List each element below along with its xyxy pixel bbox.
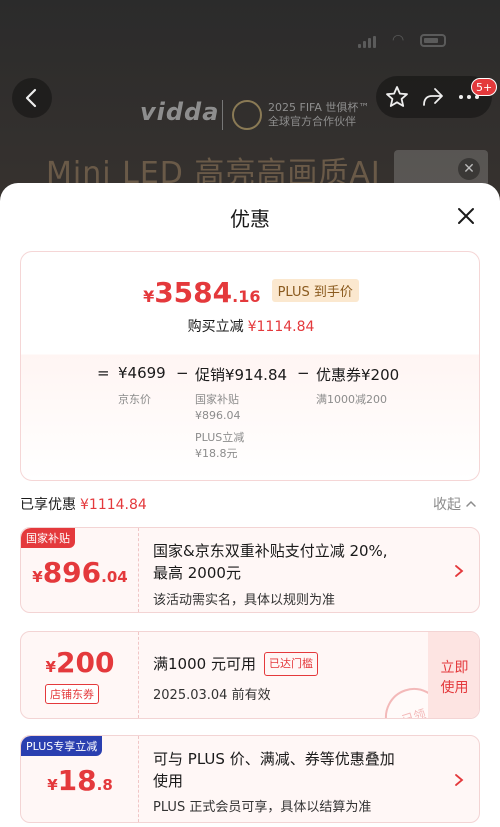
- coupon-expiry: 2025.03.04 前有效: [153, 688, 271, 703]
- subsidy-tag: 国家补贴: [21, 528, 75, 548]
- jd-price-label: 京东价: [118, 393, 151, 406]
- promo-item-label: 国家补贴: [195, 393, 239, 406]
- final-price: ¥3584.16 PLUS 到手价: [21, 276, 481, 309]
- close-icon[interactable]: ✕: [458, 158, 480, 180]
- message-badge: 5+: [471, 78, 498, 96]
- use-now-button[interactable]: 立即 使用: [428, 632, 479, 718]
- discount-sheet: 优惠 ¥3584.16 PLUS 到手价 购买立减 ¥1114.84 = ¥469…: [0, 183, 500, 827]
- coupon-card: ¥200 店铺东券 满1000 元可用 已达门槛 2025.03.04 前有效 已…: [20, 631, 480, 719]
- price-summary: ¥3584.16 PLUS 到手价 购买立减 ¥1114.84 = ¥4699 −…: [20, 251, 480, 481]
- status-bar: ◠: [0, 26, 500, 56]
- signal-icon: [358, 36, 378, 48]
- subsidy-card[interactable]: 国家补贴 ¥896.04 国家&京东双重补贴支付立减 20%, 最高 2000元…: [20, 527, 480, 613]
- subsidy-amount: ¥896.04: [32, 556, 128, 589]
- promo-amount: 促销¥914.84: [195, 366, 288, 384]
- sheet-title: 优惠: [230, 207, 270, 231]
- coupon-amount: ¥200: [45, 646, 115, 679]
- coupon-item-label: 满1000减200: [316, 393, 387, 406]
- shop-coupon-tag: 店铺东券: [45, 684, 99, 704]
- buy-reduce: 购买立减 ¥1114.84: [187, 319, 315, 335]
- promo-item-label: PLUS立减: [195, 431, 245, 444]
- minus-sign: −: [297, 364, 310, 382]
- chevron-right-icon[interactable]: [453, 564, 465, 578]
- reached-threshold-tag: 已达门槛: [263, 652, 318, 676]
- price-breakdown: = ¥4699 − 促销¥914.84 − 优惠券¥200 京东价 国家补贴 ¥…: [21, 364, 481, 474]
- plus-discount-amount: ¥18.8: [47, 764, 113, 797]
- plus-discount-title: 可与 PLUS 价、满减、券等优惠叠加 使用: [153, 750, 395, 790]
- plus-price-tag: PLUS 到手价: [271, 279, 359, 302]
- fifa-partner-text: 2025 FIFA 世俱杯™ 全球官方合作伙伴: [268, 101, 370, 128]
- share-icon[interactable]: [420, 84, 446, 110]
- wifi-icon: ◠: [392, 32, 405, 48]
- minus-sign: −: [176, 364, 189, 382]
- promo-item-value: ¥18.8元: [195, 447, 238, 460]
- collapse-button[interactable]: 收起: [433, 494, 477, 514]
- chevron-up-icon: [466, 500, 477, 507]
- fifa-seal-icon: [232, 100, 262, 130]
- subsidy-title: 国家&京东双重补贴支付立减 20%, 最高 2000元: [153, 542, 388, 582]
- brand-logo: vidda: [140, 98, 220, 126]
- back-button[interactable]: [12, 78, 52, 118]
- battery-icon: [420, 34, 446, 47]
- close-icon[interactable]: [455, 205, 477, 227]
- subsidy-desc: 该活动需实名，具体以规则为准: [153, 593, 336, 608]
- plus-discount-card[interactable]: PLUS专享立减 ¥18.8 可与 PLUS 价、满减、券等优惠叠加 使用 PL…: [20, 735, 480, 823]
- plus-discount-desc: PLUS 正式会员可享，具体以结算为准: [153, 800, 372, 815]
- enjoyed-discount: 已享优惠 ¥1114.84: [20, 497, 147, 513]
- coupon-amount: 优惠券¥200: [316, 366, 400, 384]
- chevron-right-icon[interactable]: [453, 773, 465, 787]
- chevron-left-icon: [25, 88, 37, 108]
- star-icon[interactable]: [384, 84, 410, 110]
- plus-exclusive-tag: PLUS专享立减: [21, 736, 103, 756]
- jd-price: ¥4699: [118, 364, 166, 382]
- equals-sign: =: [97, 364, 110, 382]
- divider: [222, 100, 223, 130]
- promo-item-value: ¥896.04: [195, 409, 241, 422]
- coupon-condition: 满1000 元可用 已达门槛: [153, 652, 318, 676]
